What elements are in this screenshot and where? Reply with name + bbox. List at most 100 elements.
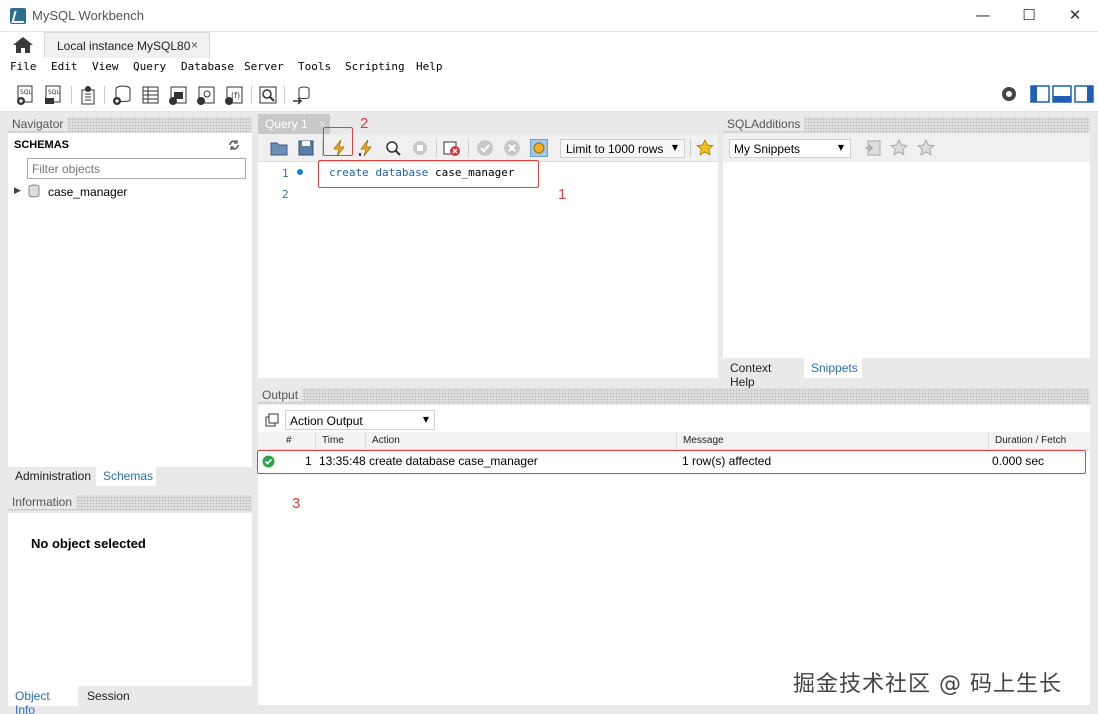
tab-local-instance[interactable]: Local instance MySQL80 × (44, 32, 210, 58)
menu-file[interactable]: File (10, 60, 37, 73)
information-header-label: Information (8, 495, 77, 509)
annotation-box-2 (323, 127, 353, 156)
line-number: 2 (282, 188, 289, 201)
toggle-continue-on-error-icon[interactable] (443, 139, 461, 157)
menu-help[interactable]: Help (416, 60, 443, 73)
tab-snippets[interactable]: Snippets (804, 358, 862, 378)
output-header-label: Output (258, 388, 303, 402)
insert-snippet-icon[interactable] (864, 139, 882, 157)
snippets-dropdown[interactable]: My Snippets ▼ (729, 139, 851, 158)
svg-text:SQL: SQL (48, 89, 61, 96)
copy-output-icon[interactable] (265, 413, 279, 427)
snippets-panel (723, 162, 1090, 358)
output-grid-header: # Time Action Message Duration / Fetch (258, 432, 1090, 450)
column-header-action[interactable]: Action (372, 435, 400, 449)
chevron-down-icon: ▼ (422, 415, 429, 424)
menu-scripting[interactable]: Scripting (345, 60, 405, 73)
toolbar-separator (251, 86, 252, 104)
column-header-duration[interactable]: Duration / Fetch (995, 435, 1066, 449)
column-header-message[interactable]: Message (683, 435, 724, 449)
annotation-box-1 (318, 160, 539, 188)
toggle-secondary-sidebar-icon[interactable] (1074, 85, 1094, 103)
explain-magnifier-icon[interactable] (384, 139, 402, 157)
output-type-label: Action Output (290, 414, 363, 428)
refresh-schemas-icon[interactable] (228, 139, 240, 151)
minimize-button[interactable]: — (960, 0, 1006, 32)
commit-icon[interactable] (476, 139, 494, 157)
title-bar: MySQL Workbench — ☐ ✕ (0, 0, 1098, 32)
column-divider (365, 432, 366, 450)
column-divider (988, 432, 989, 450)
toolbar-separator (104, 86, 105, 104)
save-icon[interactable] (297, 139, 315, 157)
create-procedure-icon[interactable] (195, 84, 217, 106)
create-table-icon[interactable] (139, 84, 161, 106)
annotation-number-2: 2 (360, 115, 369, 132)
open-file-icon[interactable] (270, 139, 288, 157)
tab-session[interactable]: Session (80, 686, 140, 706)
toolbar-separator (436, 139, 437, 157)
maximize-button[interactable]: ☐ (1006, 0, 1052, 32)
menu-query[interactable]: Query (133, 60, 166, 73)
column-header-time[interactable]: Time (322, 435, 344, 449)
add-snippet-star-icon[interactable] (696, 139, 714, 157)
mysql-workbench-logo-icon (10, 8, 26, 24)
annotation-number-3: 3 (292, 495, 301, 512)
toggle-sidebar-icon[interactable] (1030, 85, 1050, 103)
tab-schemas[interactable]: Schemas (96, 466, 156, 486)
toggle-output-panel-icon[interactable] (1052, 85, 1072, 103)
watermark-text: 掘金技术社区 @ 码上生长 (793, 672, 1062, 697)
sql-editor-area[interactable] (258, 162, 718, 378)
toolbar-separator (690, 139, 691, 157)
column-header-number[interactable]: # (286, 435, 292, 449)
toolbar-separator (284, 86, 285, 104)
settings-gear-icon[interactable] (1000, 85, 1018, 103)
rollback-icon[interactable] (503, 139, 521, 157)
limit-rows-label: Limit to 1000 rows (566, 142, 664, 156)
svg-text:SQL: SQL (20, 89, 33, 96)
window-title: MySQL Workbench (32, 8, 144, 23)
main-toolbar (0, 78, 1098, 112)
replace-snippet-icon[interactable] (890, 139, 908, 157)
menu-server[interactable]: Server (244, 60, 284, 73)
annotation-number-1: 1 (558, 186, 567, 203)
menu-tools[interactable]: Tools (298, 60, 331, 73)
column-divider (315, 432, 316, 450)
stop-icon[interactable] (411, 139, 429, 157)
create-view-icon[interactable] (167, 84, 189, 106)
execute-current-statement-icon[interactable] (357, 139, 375, 157)
tab-label: Local instance MySQL80 (57, 39, 191, 53)
menu-database[interactable]: Database (181, 60, 234, 73)
menu-view[interactable]: View (92, 60, 119, 73)
toolbar-separator (468, 139, 469, 157)
chevron-down-icon: ▼ (837, 143, 844, 152)
create-function-icon[interactable]: (f) (223, 84, 245, 106)
output-header: Output (258, 388, 1090, 404)
schema-name-label: case_manager (48, 185, 128, 199)
create-schema-icon[interactable] (111, 84, 133, 106)
tab-query-1[interactable]: Query 1 × (258, 114, 330, 134)
column-divider (676, 432, 677, 450)
home-icon[interactable] (12, 36, 34, 54)
menu-edit[interactable]: Edit (51, 60, 78, 73)
information-header: Information (8, 495, 252, 511)
auto-commit-icon[interactable] (530, 139, 548, 157)
expand-arrow-icon[interactable]: ▶ (14, 186, 21, 196)
close-button[interactable]: ✕ (1052, 0, 1098, 32)
new-sql-tab-icon[interactable]: SQL (15, 84, 37, 106)
toolbar-separator (71, 86, 72, 104)
no-object-selected-text: No object selected (31, 536, 146, 551)
reconnect-icon[interactable] (290, 84, 312, 106)
filter-objects-input[interactable] (27, 158, 246, 179)
tab-context-help[interactable]: Context Help (723, 358, 803, 389)
open-sql-script-icon[interactable]: SQL (43, 84, 65, 106)
annotation-box-3 (257, 450, 1086, 474)
tab-close-icon[interactable]: × (191, 38, 198, 52)
delete-snippet-icon[interactable] (917, 139, 935, 157)
tab-administration[interactable]: Administration (8, 466, 98, 486)
limit-rows-select[interactable]: Limit to 1000 rows ▼ (560, 139, 685, 158)
output-type-dropdown[interactable]: Action Output ▼ (285, 410, 435, 430)
tab-object-info[interactable]: Object Info (8, 686, 78, 714)
search-table-data-icon[interactable] (257, 84, 279, 106)
inspector-icon[interactable] (77, 84, 99, 106)
